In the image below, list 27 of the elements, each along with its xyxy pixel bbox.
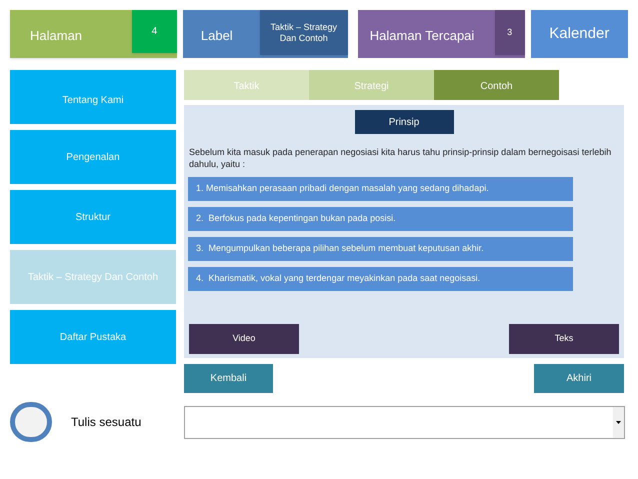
input-field[interactable] bbox=[184, 406, 625, 438]
input-label: Tulis sesuatu bbox=[71, 414, 142, 431]
tab[interactable]: Strategi bbox=[309, 70, 434, 100]
label-text: Label bbox=[200, 26, 234, 45]
calendar-tile[interactable]: Kalender bbox=[530, 10, 628, 58]
label-value: Taktik – Strategy Dan Contoh bbox=[260, 10, 348, 55]
sidebar-item[interactable]: Pengenalan bbox=[10, 130, 176, 184]
page-label: Halaman bbox=[29, 26, 84, 45]
sidebar-item[interactable]: Taktik – Strategy Dan Contoh bbox=[10, 250, 176, 304]
principle-item: 4. Kharismatik, vokal yang terdengar meyakinkan pada saat negoisasi. bbox=[188, 267, 573, 291]
sidebar-item[interactable]: Struktur bbox=[10, 190, 176, 244]
reached-label: Halaman Tercapai bbox=[368, 26, 476, 45]
media-button[interactable]: Video bbox=[189, 324, 299, 354]
back-button[interactable]: Kembali bbox=[184, 364, 273, 393]
sidebar-item[interactable]: Tentang Kami bbox=[10, 70, 176, 124]
media-button[interactable]: Teks bbox=[509, 324, 619, 354]
finish-button[interactable]: Akhiri bbox=[534, 364, 624, 393]
page-count: 4 bbox=[132, 10, 177, 53]
sidebar-item[interactable]: Daftar Pustaka bbox=[10, 310, 176, 364]
reached-count: 3 bbox=[494, 10, 525, 55]
principle-item: 2. Berfokus pada kepentingan bukan pada posisi. bbox=[188, 207, 573, 231]
principle-item: 1. Memisahkan perasaan pribadi dengan masalah yang sedang dihadapi. bbox=[188, 177, 573, 201]
principle-item: 3. Mengumpulkan beberapa pilihan sebelum membuat keputusan akhir. bbox=[188, 237, 573, 261]
heading-label: Prinsip bbox=[354, 110, 454, 134]
tab[interactable]: Contoh bbox=[434, 70, 559, 100]
intro-paragraph: Sebelum kita masuk pada penerapan negosiasi kita harus tahu prinsip-prinsip dalam bernegoisasi terlebih dahulu, yaitu : bbox=[188, 146, 612, 170]
tab[interactable]: Taktik bbox=[184, 70, 309, 100]
